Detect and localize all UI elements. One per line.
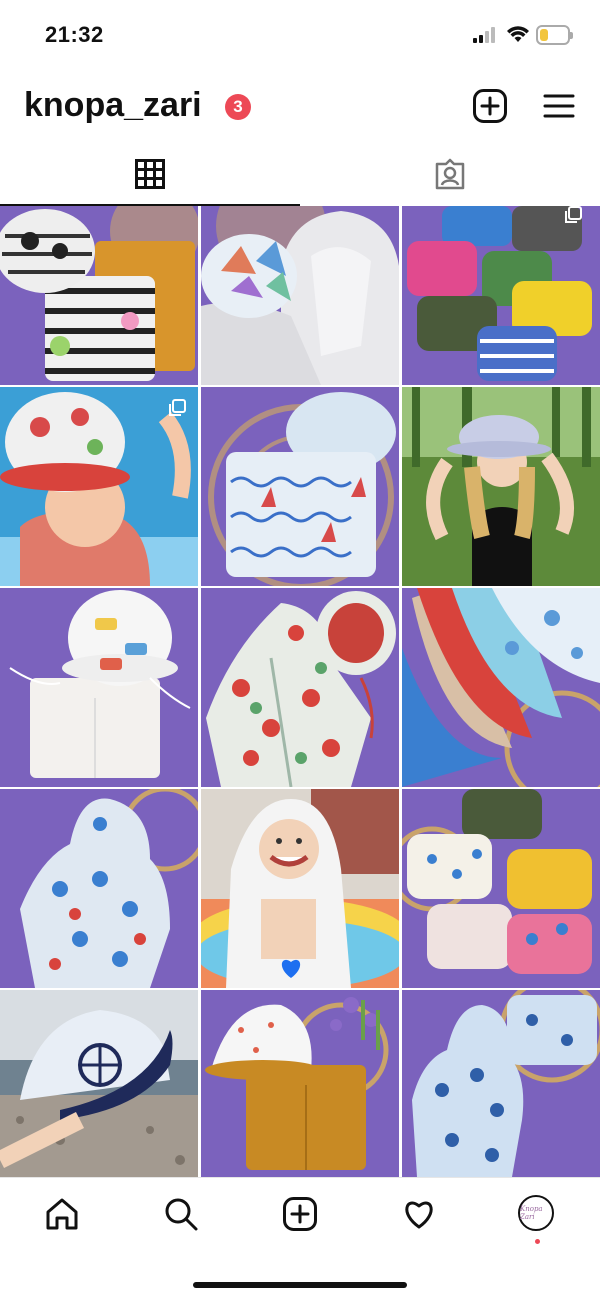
- post-tile[interactable]: [201, 387, 399, 586]
- search-icon[interactable]: [163, 1196, 199, 1232]
- post-thumbnail: [402, 990, 600, 1177]
- activity-heart-icon[interactable]: [401, 1196, 437, 1232]
- notification-badge[interactable]: 3: [225, 94, 251, 120]
- profile-avatar[interactable]: Knopa Zari: [518, 1195, 554, 1231]
- profile-notification-dot: [535, 1239, 540, 1244]
- post-tile[interactable]: [201, 789, 399, 988]
- post-thumbnail: [402, 588, 600, 787]
- post-thumbnail: [201, 990, 399, 1177]
- cellular-signal-icon: [473, 27, 495, 43]
- post-tile[interactable]: [0, 789, 198, 988]
- post-tile[interactable]: [0, 588, 198, 787]
- profile-tabs: [0, 142, 600, 206]
- blue-heart-icon: [281, 959, 301, 978]
- post-tile[interactable]: [402, 990, 600, 1177]
- post-tile[interactable]: [201, 588, 399, 787]
- post-thumbnail: [0, 588, 198, 787]
- post-thumbnail: [0, 990, 198, 1177]
- bottom-tab-bar: Knopa Zari: [0, 1177, 600, 1298]
- profile-header: knopa_zari 3: [0, 70, 600, 142]
- post-tile[interactable]: [402, 206, 600, 385]
- posts-grid: [0, 206, 600, 1177]
- new-post-icon[interactable]: [282, 1196, 318, 1232]
- post-tile[interactable]: [201, 206, 399, 385]
- post-tile[interactable]: [402, 789, 600, 988]
- post-tile[interactable]: [402, 387, 600, 586]
- post-thumbnail: [0, 387, 198, 586]
- post-thumbnail: [402, 206, 600, 385]
- battery-level: [540, 29, 548, 41]
- post-thumbnail: [402, 387, 600, 586]
- create-post-icon[interactable]: [472, 88, 508, 124]
- post-thumbnail: [201, 387, 399, 586]
- post-tile[interactable]: [201, 990, 399, 1177]
- carousel-icon: [169, 399, 186, 416]
- menu-icon[interactable]: [543, 90, 575, 122]
- avatar-logo-text: Knopa Zari: [520, 1205, 543, 1221]
- profile-username[interactable]: knopa_zari: [24, 86, 202, 125]
- home-icon[interactable]: [44, 1196, 80, 1232]
- battery-icon: [536, 25, 573, 45]
- tab-posts-grid[interactable]: [0, 142, 300, 206]
- home-indicator[interactable]: [193, 1282, 407, 1288]
- wifi-icon: [507, 26, 529, 42]
- post-tile[interactable]: [0, 990, 198, 1177]
- post-tile[interactable]: [0, 387, 198, 586]
- post-thumbnail: [201, 206, 399, 385]
- post-thumbnail: [402, 789, 600, 988]
- post-thumbnail: [201, 588, 399, 787]
- grid-icon: [135, 159, 165, 189]
- post-thumbnail: [0, 206, 198, 385]
- carousel-icon: [565, 206, 582, 223]
- tagged-icon: [435, 158, 465, 190]
- post-thumbnail: [0, 789, 198, 988]
- post-tile[interactable]: [402, 588, 600, 787]
- tab-tagged[interactable]: [300, 142, 600, 206]
- post-tile[interactable]: [0, 206, 198, 385]
- status-time: 21:32: [45, 22, 104, 47]
- status-bar: 21:32: [0, 0, 600, 70]
